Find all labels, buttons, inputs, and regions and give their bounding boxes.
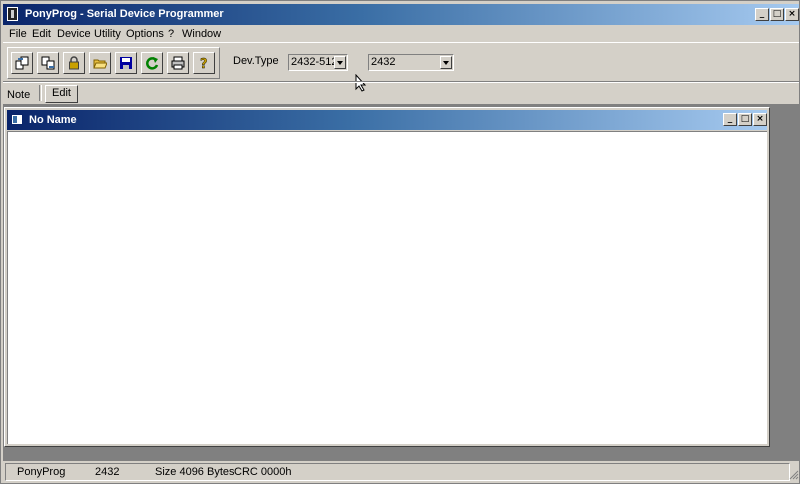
device-type-value: 2432 <box>371 56 396 68</box>
chevron-down-icon[interactable] <box>334 56 346 69</box>
title-bar[interactable]: PonyProg - Serial Device Programmer _ □ … <box>3 4 799 25</box>
read-device-icon <box>15 56 29 70</box>
read-device-button[interactable] <box>11 52 33 74</box>
status-bar: PonyProg 2432 Size 4096 Bytes CRC 0000h <box>3 462 799 482</box>
reload-button[interactable] <box>141 52 163 74</box>
help-icon: ? <box>200 57 208 70</box>
status-device: 2432 <box>95 466 120 478</box>
save-button[interactable] <box>115 52 137 74</box>
device-type-select[interactable]: 2432 <box>368 54 454 71</box>
document-icon[interactable] <box>11 114 23 125</box>
menu-edit[interactable]: Edit <box>32 28 51 40</box>
help-button[interactable]: ? <box>193 52 215 74</box>
device-family-select[interactable]: 2432-512 <box>288 54 348 71</box>
document-title-bar[interactable]: No Name _ □ × <box>7 110 767 130</box>
lock-button[interactable] <box>63 52 85 74</box>
open-button[interactable] <box>89 52 111 74</box>
status-crc: CRC 0000h <box>234 466 292 478</box>
menu-device[interactable]: Device <box>57 28 91 40</box>
print-button[interactable] <box>167 52 189 74</box>
document-window: No Name _ □ × <box>4 107 770 447</box>
document-content[interactable] <box>7 131 767 444</box>
document-maximize-button[interactable]: □ <box>738 113 752 126</box>
document-minimize-button[interactable]: _ <box>723 113 737 126</box>
document-close-button[interactable]: × <box>753 113 767 126</box>
mouse-cursor-icon <box>355 73 367 95</box>
menu-window[interactable]: Window <box>182 28 221 40</box>
print-icon <box>171 56 185 70</box>
status-field <box>5 463 790 481</box>
note-label: Note <box>7 89 31 101</box>
open-folder-icon <box>93 59 107 69</box>
document-title: No Name <box>29 114 77 126</box>
reload-icon <box>146 57 159 70</box>
note-divider <box>39 85 42 101</box>
resize-grip-icon[interactable] <box>789 468 799 480</box>
svg-text:?: ? <box>200 57 208 70</box>
lock-icon <box>69 56 79 70</box>
maximize-button[interactable]: □ <box>770 8 784 21</box>
app-icon[interactable] <box>7 7 18 21</box>
toolbar: ? <box>7 47 220 79</box>
chevron-down-icon[interactable] <box>440 56 452 69</box>
device-family-value: 2432-512 <box>291 56 338 68</box>
save-disk-icon <box>120 57 132 69</box>
dev-type-label: Dev.Type <box>233 55 279 67</box>
status-app: PonyProg <box>17 466 66 478</box>
menu-bar: File Edit Device Utility Options ? Windo… <box>3 26 799 43</box>
toolbar-separator <box>3 81 799 83</box>
window-title: PonyProg - Serial Device Programmer <box>25 8 224 20</box>
main-window: PonyProg - Serial Device Programmer _ □ … <box>0 0 800 484</box>
close-button[interactable]: × <box>785 8 799 21</box>
write-device-button[interactable] <box>37 52 59 74</box>
menu-utility[interactable]: Utility <box>94 28 121 40</box>
edit-note-button[interactable]: Edit <box>45 85 78 103</box>
status-size: Size 4096 Bytes <box>155 466 235 478</box>
minimize-button[interactable]: _ <box>755 8 769 21</box>
menu-file[interactable]: File <box>9 28 27 40</box>
menu-help[interactable]: ? <box>168 28 174 40</box>
write-device-icon <box>41 56 55 70</box>
menu-options[interactable]: Options <box>126 28 164 40</box>
